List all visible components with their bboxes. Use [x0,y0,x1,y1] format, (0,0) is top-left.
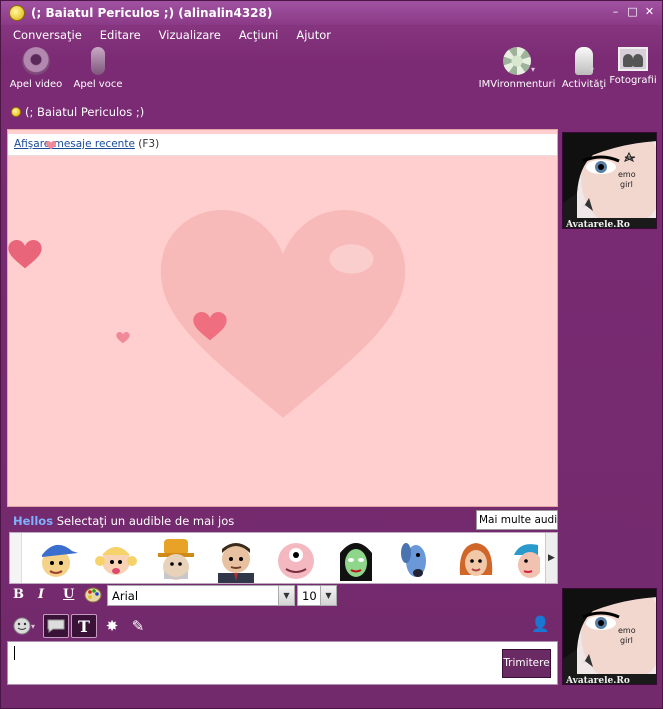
partial-face-icon[interactable] [510,535,540,583]
photos-button[interactable]: Fotografii [601,47,663,86]
menu-edit[interactable]: Editare [94,26,147,44]
menu-bar: Conversaţie Editare Vizualizare Acţiuni … [1,26,343,44]
buddy-line: (; Baiatul Periculos ;) [11,105,144,119]
photos-icon [618,47,648,71]
minimize-button[interactable]: – [609,5,622,18]
recent-messages-bar: Afişare mesaje recente (F3) [8,134,557,156]
smiley-icon [13,617,31,635]
menu-conversation[interactable]: Conversaţie [7,26,88,44]
nudge-button[interactable] [43,614,69,638]
large-heart-icon [160,210,406,418]
leaf-icon [503,47,531,75]
status-online-icon [11,107,21,117]
heart-icon [116,332,130,344]
buzz-button[interactable]: ✸ [99,614,125,638]
avatar-watermark: Avatarele.Ro [565,220,630,229]
video-call-button[interactable]: Apel video [4,47,68,90]
svg-text:Avatarele.Ro: Avatarele.Ro [565,676,630,685]
buddy-name[interactable]: (; Baiatul Periculos ;) [25,105,144,119]
buddy-avatar[interactable]: emo girl Avatarele.Ro [562,132,657,229]
avatar-image: emo girl Avatarele.Ro [563,133,656,229]
voice-call-button[interactable]: Apel voce [66,47,130,90]
more-audibles-button[interactable]: Mai multe audible-uri [476,510,558,530]
woman-face-icon[interactable] [452,535,500,583]
window-controls: – □ ✕ [609,5,656,18]
chevron-down-icon[interactable]: ▾ [31,622,35,631]
font-family-value: Arial [112,589,139,603]
messenger-logo-icon [9,5,25,21]
cyclops-face-icon[interactable] [272,535,320,583]
imvironments-button[interactable]: ▾ IMVironmenturi [478,47,556,90]
audibles-strip: ▶ [9,532,558,584]
scroll-left-button[interactable] [10,533,22,583]
microphone-icon [91,47,105,75]
chevron-down-icon: ▾ [531,65,536,74]
italic-button[interactable]: I [38,587,44,607]
chat-window: (; Baiatul Periculos ;) (alinalin4328) –… [0,0,663,709]
buzz-icon: ✸ [105,617,119,635]
font-size-value: 10 [302,589,317,603]
maximize-button[interactable]: □ [626,5,639,18]
photos-label: Fotografii [609,75,657,86]
svg-text:girl: girl [620,180,633,189]
avatar-text: emo [618,170,636,179]
add-contact-icon[interactable]: 👤 [531,615,550,633]
hellos-brand: Hellos [13,514,54,528]
audibles-prompt: Selectaţi un audible de mai jos [56,514,235,528]
speech-bubble-icon [47,619,65,633]
chevron-down-icon[interactable]: ▼ [278,586,294,605]
message-input[interactable] [7,641,558,685]
window-title: (; Baiatul Periculos ;) (alinalin4328) [31,6,273,20]
boy-cap-face-icon[interactable] [32,535,80,583]
svg-text:girl: girl [620,636,633,645]
conversation-area[interactable]: Afişare mesaje recente (F3) [7,129,558,507]
businessman-face-icon[interactable] [212,535,260,583]
voice-call-label: Apel voce [73,79,123,90]
witch-face-icon[interactable] [332,535,380,583]
close-button[interactable]: ✕ [643,5,656,18]
paperclip-icon: ✎ [131,617,145,635]
text-format-button[interactable]: T [71,614,97,638]
avatar-image: emo girl Avatarele.Ro [563,589,656,685]
bold-button[interactable]: B [13,587,24,607]
audibles-label: Hellos Selectaţi un audible de mai jos [13,514,234,528]
imvironments-label: IMVironmenturi [478,79,556,90]
svg-text:emo: emo [618,626,636,635]
menu-help[interactable]: Ajutor [290,26,337,44]
send-button[interactable]: Trimitere [502,649,551,678]
chevron-down-icon[interactable]: ▼ [320,586,336,605]
text-format-icon: T [78,617,90,636]
video-call-label: Apel video [9,79,63,90]
font-family-select[interactable]: Arial ▼ [107,585,295,606]
text-caret [14,646,15,660]
recent-shortcut: (F3) [138,138,160,150]
color-palette-icon[interactable] [84,586,102,604]
heart-icon [8,240,42,269]
show-recent-messages-link[interactable]: Afişare mesaje recente [14,138,135,150]
attach-file-button[interactable]: ✎ [125,614,151,638]
activities-label: Activităţi [561,79,607,90]
toolbar: Apel video Apel voce ▾ IMVironmenturi ▾ … [1,47,662,99]
underline-button[interactable]: U [63,587,74,607]
heart-icon [46,141,56,150]
old-man-hat-face-icon[interactable] [152,535,200,583]
webcam-icon [22,47,50,75]
menu-actions[interactable]: Acţiuni [233,26,284,44]
font-size-select[interactable]: 10 ▼ [297,585,337,606]
menu-view[interactable]: Vizualizare [153,26,227,44]
scroll-right-button[interactable]: ▶ [545,533,557,583]
my-avatar[interactable]: emo girl Avatarele.Ro [562,588,657,685]
chevron-down-icon: ▾ [590,65,595,74]
heart-icon [193,312,227,341]
title-bar: (; Baiatul Periculos ;) (alinalin4328) –… [1,1,662,25]
dog-face-icon[interactable] [392,535,440,583]
girl-pigtails-face-icon[interactable] [92,535,140,583]
